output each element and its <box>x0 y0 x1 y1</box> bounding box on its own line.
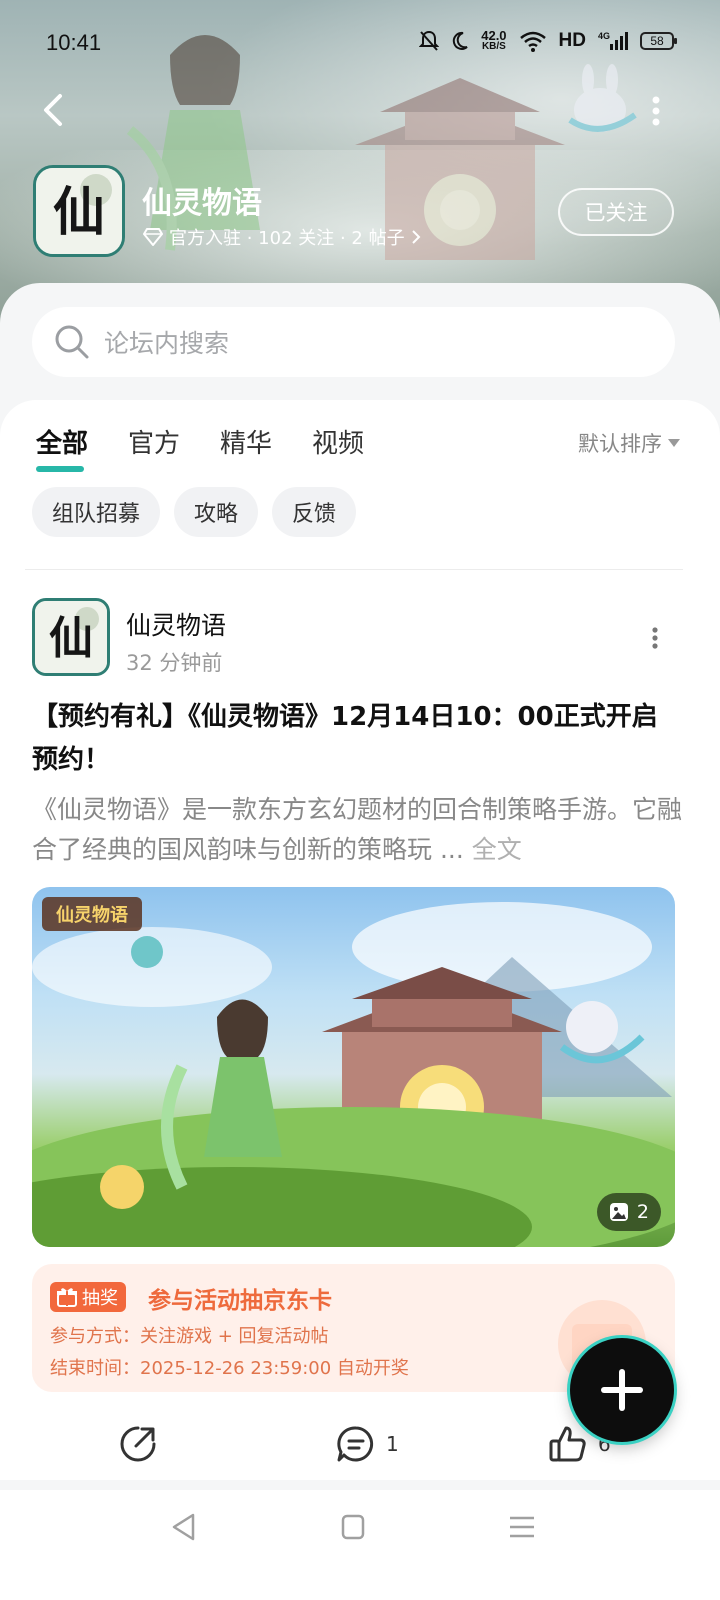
follow-button[interactable]: 已关注 <box>558 188 674 236</box>
forum-meta-text: 官方入驻 · 102 关注 · 2 帖子 <box>169 228 405 249</box>
diamond-icon <box>143 228 163 246</box>
sort-label: 默认排序 <box>578 432 662 456</box>
tab-featured[interactable]: 精华 <box>220 423 272 460</box>
tab-official[interactable]: 官方 <box>128 423 180 460</box>
battery-indicator: 58 <box>640 32 677 50</box>
comment-button[interactable]: 1 <box>336 1424 399 1464</box>
post-body-ellipsis: ... <box>432 835 472 864</box>
lottery-tag: 抽奖 <box>50 1282 126 1312</box>
svg-text:4G: 4G <box>598 31 610 41</box>
svg-text:仙灵物语: 仙灵物语 <box>56 904 128 926</box>
network-speed: 42.0 KB/S <box>481 28 507 52</box>
post-body-text: 《仙灵物语》是一款东方玄幻题材的回合制策略手游。它融合了经典的国风韵味与创新的策… <box>32 795 683 864</box>
tab-video[interactable]: 视频 <box>312 423 364 460</box>
lottery-tag-label: 抽奖 <box>82 1288 118 1309</box>
more-vertical-icon <box>652 627 658 649</box>
forum-logo: 仙 <box>33 165 125 257</box>
wifi-icon <box>519 31 546 52</box>
moon-icon <box>453 31 468 50</box>
post-author-avatar-image: 仙 <box>35 601 107 673</box>
svg-text:仙: 仙 <box>49 613 93 664</box>
post-body[interactable]: 《仙灵物语》是一款东方玄幻题材的回合制策略手游。它融合了经典的国风韵味与创新的策… <box>32 790 682 870</box>
chip-team-recruit[interactable]: 组队招募 <box>32 487 161 537</box>
search-placeholder: 论坛内搜索 <box>104 329 230 358</box>
read-full-link[interactable]: 全文 <box>472 835 522 864</box>
forum-logo-image: 仙 <box>36 168 122 254</box>
post-author-name[interactable]: 仙灵物语 <box>126 606 226 642</box>
more-options-button[interactable] <box>648 94 664 128</box>
post-title[interactable]: 【预约有礼】《仙灵物语》12月14日10：00正式开启预约！ <box>32 696 682 782</box>
back-triangle-icon[interactable] <box>170 1512 196 1542</box>
more-vertical-icon <box>652 96 660 126</box>
forum-meta[interactable]: 官方入驻 · 102 关注 · 2 帖子 <box>143 224 421 250</box>
chevron-right-icon <box>411 230 421 244</box>
lottery-title: 参与活动抽京东卡 <box>148 1288 332 1314</box>
post-author-avatar[interactable]: 仙 <box>32 598 110 676</box>
image-icon <box>609 1203 628 1221</box>
gift-icon <box>57 1288 77 1307</box>
topic-chips: 组队招募 攻略 反馈 <box>32 487 357 537</box>
caret-down-icon <box>668 439 680 447</box>
image-count-badge: 2 <box>596 1193 661 1231</box>
chip-guides[interactable]: 攻略 <box>174 487 259 537</box>
tab-all[interactable]: 全部 <box>36 423 88 472</box>
image-count: 2 <box>636 1201 649 1223</box>
search-icon <box>55 325 89 359</box>
sort-dropdown[interactable]: 默认排序 <box>578 428 680 458</box>
post-image[interactable]: 仙灵物语 2 <box>32 887 675 1247</box>
divider <box>25 569 683 570</box>
lottery-end-time: 结束时间：2025-12-26 23:59:00 自动开奖 <box>50 1358 409 1379</box>
cellular-signal-icon: 4G <box>598 31 628 50</box>
menu-lines-icon[interactable] <box>508 1515 536 1539</box>
share-button[interactable] <box>118 1424 158 1464</box>
lottery-method: 参与方式：关注游戏 + 回复活动帖 <box>50 1326 329 1347</box>
new-post-button[interactable] <box>570 1338 674 1442</box>
thumbs-up-icon <box>549 1426 586 1462</box>
share-icon <box>120 1426 156 1462</box>
plus-icon <box>601 1369 643 1411</box>
post-image-illustration: 仙灵物语 <box>32 897 675 1247</box>
home-square-icon[interactable] <box>341 1514 365 1540</box>
mute-bell-icon <box>419 30 440 51</box>
hd-indicator: HD <box>558 30 586 51</box>
search-input[interactable]: 论坛内搜索 <box>32 307 675 377</box>
comment-count: 1 <box>386 1432 399 1456</box>
svg-text:仙: 仙 <box>53 182 105 243</box>
comment-icon <box>337 1426 374 1462</box>
post-more-button[interactable] <box>649 626 661 650</box>
forum-title: 仙灵物语 <box>142 186 262 221</box>
status-time: 10:41 <box>46 30 102 55</box>
chevron-left-icon <box>44 94 62 126</box>
category-tabs: 全部 官方 精华 视频 <box>36 423 364 472</box>
post-time: 32 分钟前 <box>126 651 223 675</box>
system-navigation-bar <box>0 1490 720 1600</box>
status-bar: 10:41 42.0 KB/S HD 4G 58 <box>0 0 720 88</box>
status-icons: 42.0 KB/S HD 4G 58 <box>419 28 677 52</box>
chip-feedback[interactable]: 反馈 <box>272 487 357 537</box>
back-button[interactable] <box>34 88 74 132</box>
